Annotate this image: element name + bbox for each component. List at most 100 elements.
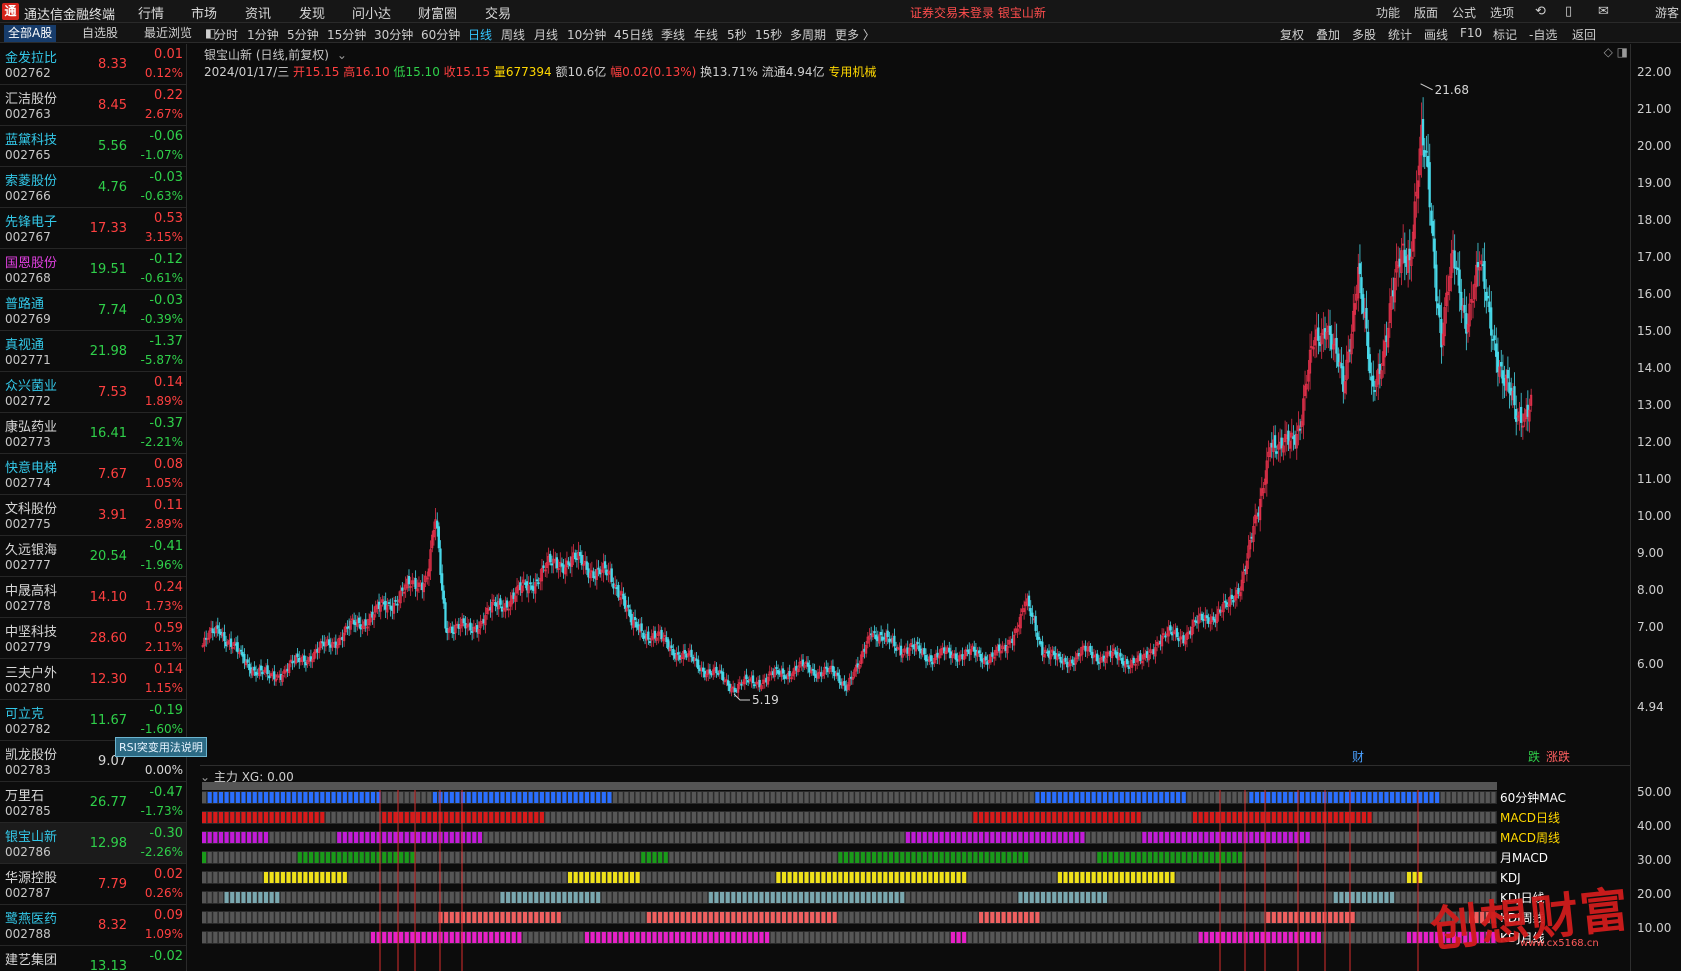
stock-row[interactable]: 康弘药业 002773 16.41 -0.37 -2.21% — [0, 413, 186, 454]
period-tab[interactable]: 多周期 — [790, 26, 826, 43]
guest-label[interactable]: 游客 — [1655, 4, 1679, 21]
sector-value[interactable]: 专用机械 — [828, 65, 876, 79]
period-tab[interactable]: 月线 — [534, 26, 558, 43]
indicator-chart[interactable]: 60分钟MACMACD日线MACD周线月MACDKDJKDJ日线KDJ周线KDJ… — [200, 766, 1630, 971]
indicator-bar — [1463, 852, 1468, 863]
indicator-bar — [399, 832, 404, 843]
phone-icon[interactable]: ▯ — [1565, 4, 1572, 19]
kline-chart[interactable]: 21.685.19财跌涨跌 — [200, 80, 1630, 765]
period-tab[interactable]: 10分钟 — [567, 26, 606, 43]
period-tab[interactable]: 5分钟 — [287, 26, 319, 43]
indicator-bar — [1271, 792, 1276, 803]
period-tab[interactable]: 1分钟 — [247, 26, 279, 43]
menu-hangqing[interactable]: 行情 — [138, 3, 164, 22]
indicator-bar — [1435, 832, 1440, 843]
stock-code: 002782 — [5, 722, 51, 736]
stock-row[interactable]: 三夫户外 002780 12.30 0.14 1.15% — [0, 659, 186, 700]
toolbar-button[interactable]: 返回 — [1572, 26, 1596, 43]
period-tab[interactable]: 更多 〉 — [835, 26, 875, 43]
indicator-bar — [866, 852, 871, 863]
stock-row[interactable]: 金发拉比 002762 8.33 0.01 0.12% — [0, 44, 186, 85]
stock-row[interactable]: 文科股份 002775 3.91 0.11 2.89% — [0, 495, 186, 536]
stock-row[interactable]: 真视通 002771 21.98 -1.37 -5.87% — [0, 331, 186, 372]
indicator-bar — [984, 792, 989, 803]
period-tab[interactable]: 30分钟 — [374, 26, 413, 43]
stock-row[interactable]: 先锋电子 002767 17.33 0.53 3.15% — [0, 208, 186, 249]
indicator-bar — [286, 892, 291, 903]
menu-zixun[interactable]: 资讯 — [245, 3, 271, 22]
indicator-bar — [1035, 892, 1040, 903]
period-tab[interactable]: 日线 — [468, 26, 492, 43]
indicator-bar — [781, 932, 787, 943]
indicator-row-label: MACD周线 — [1500, 831, 1560, 845]
stock-row[interactable]: 中晟高科 002778 14.10 0.24 1.73% — [0, 577, 186, 618]
indicator-bar — [534, 852, 539, 863]
period-tab[interactable]: 年线 — [694, 26, 718, 43]
stock-row[interactable]: 万里石 002785 26.77 -0.47 -1.73% — [0, 782, 186, 823]
indicator-bar — [1108, 872, 1113, 883]
stock-row[interactable]: 银宝山新 002786 12.98 -0.30 -2.26% — [0, 823, 186, 864]
stock-row[interactable]: 蓝黛科技 002765 5.56 -0.06 -1.07% — [0, 126, 186, 167]
toolbar-button[interactable]: F10 — [1460, 26, 1482, 40]
stock-row[interactable]: 久远银海 002777 20.54 -0.41 -1.96% — [0, 536, 186, 577]
indicator-bar — [1283, 812, 1288, 823]
tab-recent[interactable]: 最近浏览 — [140, 25, 196, 42]
stock-row[interactable]: 索菱股份 002766 4.76 -0.03 -0.63% — [0, 167, 186, 208]
candle-body — [1493, 335, 1496, 340]
indicator-bar — [489, 812, 494, 823]
stock-row[interactable]: 国恩股份 002768 19.51 -0.12 -0.61% — [0, 249, 186, 290]
mail-icon[interactable]: ✉ — [1598, 4, 1609, 19]
indicator-bar — [455, 892, 460, 903]
refresh-icon[interactable]: ⟲ — [1535, 4, 1546, 19]
indicator-bar — [652, 792, 657, 803]
period-tab[interactable]: 45日线 — [614, 26, 653, 43]
menu-wenxiaoda[interactable]: 问小达 — [352, 3, 391, 22]
menu-gongneng[interactable]: 功能 — [1376, 4, 1400, 21]
toolbar-button[interactable]: 多股 — [1352, 26, 1376, 43]
stock-row[interactable]: 中坚科技 002779 28.60 0.59 2.11% — [0, 618, 186, 659]
price-tick: 11.00 — [1637, 472, 1672, 486]
login-notice[interactable]: 证券交易未登录 银宝山新 — [910, 4, 1046, 21]
period-tab[interactable]: 周线 — [501, 26, 525, 43]
menu-gongshi[interactable]: 公式 — [1452, 4, 1476, 21]
chevron-down-icon[interactable]: ⌄ — [337, 48, 347, 62]
period-tab[interactable]: 15秒 — [755, 26, 782, 43]
indicator-bar — [551, 872, 556, 883]
tab-watchlist[interactable]: 自选股 — [78, 25, 122, 42]
period-tab[interactable]: 季线 — [661, 26, 685, 43]
toolbar-button[interactable]: 标记 — [1493, 26, 1517, 43]
toolbar-button[interactable]: -自选 — [1529, 26, 1557, 43]
menu-jiaoyi[interactable]: 交易 — [485, 3, 511, 22]
stock-row[interactable]: 鹭燕医药 002788 8.32 0.09 1.09% — [0, 905, 186, 946]
stock-row[interactable]: 汇洁股份 002763 8.45 0.22 2.67% — [0, 85, 186, 126]
indicator-bar — [1091, 852, 1096, 863]
period-tab[interactable]: 15分钟 — [327, 26, 366, 43]
period-tab[interactable]: 60分钟 — [421, 26, 460, 43]
toolbar-button[interactable]: 画线 — [1424, 26, 1448, 43]
stock-row[interactable]: 建艺集团 13.13 -0.02 — [0, 946, 186, 971]
rsi-tooltip[interactable]: RSI突变用法说明 — [115, 737, 207, 757]
indicator-bar — [1283, 872, 1288, 883]
indicator-bar — [674, 872, 680, 883]
menu-caifuquan[interactable]: 财富圈 — [418, 3, 457, 22]
indicator-bar — [1451, 792, 1457, 803]
indicator-bar — [224, 812, 229, 823]
menu-faxian[interactable]: 发现 — [299, 3, 325, 22]
tab-all-a-shares[interactable]: 全部A股 — [4, 25, 57, 42]
stock-row[interactable]: 众兴菌业 002772 7.53 0.14 1.89% — [0, 372, 186, 413]
stock-row[interactable]: 华源控股 002787 7.79 0.02 0.26% — [0, 864, 186, 905]
stock-row[interactable]: 快意电梯 002774 7.67 0.08 1.05% — [0, 454, 186, 495]
toolbar-button[interactable]: 复权 — [1280, 26, 1304, 43]
period-tab[interactable]: 5秒 — [727, 26, 747, 43]
period-tab[interactable]: 分时 — [214, 26, 238, 43]
menu-banmian[interactable]: 版面 — [1414, 4, 1438, 21]
toolbar-button[interactable]: 统计 — [1388, 26, 1412, 43]
stock-row[interactable]: 可立克 002782 11.67 -0.19 -1.60% — [0, 700, 186, 741]
stock-row[interactable]: 普路通 002769 7.74 -0.03 -0.39% — [0, 290, 186, 331]
toolbar-button[interactable]: 叠加 — [1316, 26, 1340, 43]
indicator-bar — [1418, 932, 1423, 943]
menu-xuanxiang[interactable]: 选项 — [1490, 4, 1514, 21]
menu-shichang[interactable]: 市场 — [191, 3, 217, 22]
diamond-icon[interactable]: ◇ ◨ — [1604, 45, 1628, 59]
candle-body — [886, 630, 889, 638]
